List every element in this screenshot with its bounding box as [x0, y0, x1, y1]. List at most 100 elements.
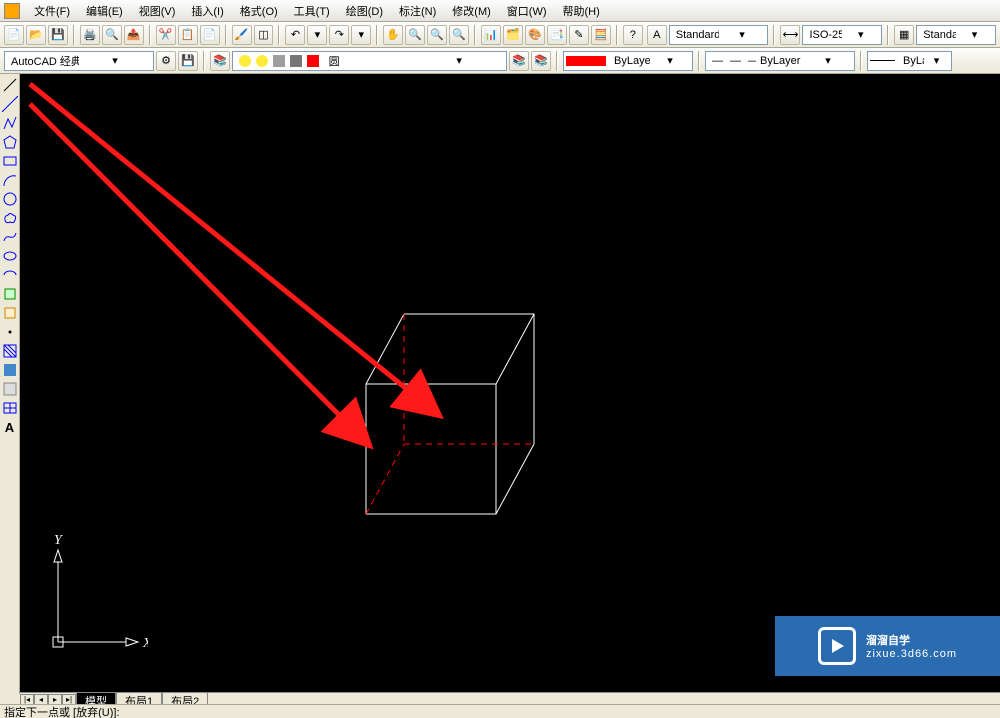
copy-icon[interactable]: 📋	[178, 25, 198, 45]
block-editor-icon[interactable]: ◫	[254, 25, 274, 45]
lineweight-value: ByLayer	[899, 55, 924, 67]
color-value: ByLayer	[610, 55, 650, 67]
chevron-down-icon: ▾	[79, 54, 151, 67]
revcloud-tool-icon[interactable]	[1, 209, 19, 227]
table-style-value: Standard	[919, 29, 956, 41]
properties-icon[interactable]: 📊	[481, 25, 501, 45]
zoom-rt-icon[interactable]: 🔍	[405, 25, 425, 45]
linetype-value: ByLayer	[756, 55, 804, 67]
watermark-title: 溜溜自学	[866, 632, 957, 648]
sun-icon	[256, 55, 268, 67]
color-dropdown[interactable]: ByLayer▾	[563, 51, 693, 71]
rectangle-tool-icon[interactable]	[1, 152, 19, 170]
zoom-prev-icon[interactable]: 🔍	[449, 25, 469, 45]
dim-style-value: ISO-25	[805, 29, 842, 41]
menu-dimension[interactable]: 标注(N)	[391, 1, 444, 21]
mtext-tool-icon[interactable]: A	[1, 418, 19, 436]
text-style-dropdown[interactable]: Standard▾	[669, 25, 769, 45]
region-tool-icon[interactable]	[1, 380, 19, 398]
point-tool-icon[interactable]	[1, 323, 19, 341]
menu-file[interactable]: 文件(F)	[26, 1, 78, 21]
undo-dd-icon[interactable]: ▾	[307, 25, 327, 45]
table-style-dropdown[interactable]: Standard▾	[916, 25, 996, 45]
dim-style-dropdown[interactable]: ISO-25▾	[802, 25, 882, 45]
gradient-tool-icon[interactable]	[1, 361, 19, 379]
workspace-settings-icon[interactable]: ⚙	[156, 51, 176, 71]
plot-icon	[290, 55, 302, 67]
layer-states-icon[interactable]: 📚	[531, 51, 551, 71]
layer-manager-icon[interactable]: 📚	[210, 51, 230, 71]
sheetset-icon[interactable]: 📑	[547, 25, 567, 45]
command-prompt: 指定下一点或 [放弃(U)]:	[4, 704, 120, 718]
redo-icon[interactable]: ↷	[329, 25, 349, 45]
publish-icon[interactable]: 📤	[124, 25, 144, 45]
bulb-icon	[239, 55, 251, 67]
polygon-tool-icon[interactable]	[1, 133, 19, 151]
chevron-down-icon: ▾	[804, 54, 852, 67]
ellipse-arc-tool-icon[interactable]	[1, 266, 19, 284]
draw-toolbar: A	[0, 74, 20, 694]
menu-insert[interactable]: 插入(I)	[183, 1, 231, 21]
workspace-dropdown[interactable]: AutoCAD 经典▾	[4, 51, 154, 71]
chevron-down-icon: ▾	[414, 54, 504, 67]
watermark-sub: zixue.3d66.com	[866, 648, 957, 660]
menu-edit[interactable]: 编辑(E)	[78, 1, 131, 21]
play-icon	[818, 627, 856, 665]
open-icon[interactable]: 📂	[26, 25, 46, 45]
workspace-save-icon[interactable]: 💾	[178, 51, 198, 71]
workspace-value: AutoCAD 经典	[7, 53, 79, 69]
layer-prev-icon[interactable]: 📚	[509, 51, 529, 71]
menu-view[interactable]: 视图(V)	[131, 1, 184, 21]
dimstyle-icon[interactable]: ⟷	[780, 25, 800, 45]
textstyle-icon[interactable]: A	[647, 25, 667, 45]
command-line[interactable]: 指定下一点或 [放弃(U)]:	[0, 704, 1000, 718]
paste-icon[interactable]: 📄	[200, 25, 220, 45]
cut-icon[interactable]: ✂️	[156, 25, 176, 45]
save-icon[interactable]: 💾	[48, 25, 68, 45]
menu-draw[interactable]: 绘图(D)	[338, 1, 391, 21]
layer-dropdown[interactable]: 圆▾	[232, 51, 507, 71]
linetype-dropdown[interactable]: — — — ByLayer▾	[705, 51, 855, 71]
match-icon[interactable]: 🖌️	[232, 25, 252, 45]
table-tool-icon[interactable]	[1, 399, 19, 417]
menu-modify[interactable]: 修改(M)	[444, 1, 499, 21]
plot-icon[interactable]: 🖨️	[80, 25, 100, 45]
xline-tool-icon[interactable]	[1, 95, 19, 113]
svg-text:Y: Y	[54, 533, 64, 548]
svg-text:X: X	[142, 636, 148, 651]
markup-icon[interactable]: ✎	[569, 25, 589, 45]
ucs-icon: X Y	[38, 532, 148, 662]
menu-window[interactable]: 窗口(W)	[499, 1, 555, 21]
polyline-tool-icon[interactable]	[1, 114, 19, 132]
spline-tool-icon[interactable]	[1, 228, 19, 246]
help-icon[interactable]: ?	[623, 25, 643, 45]
lineweight-dropdown[interactable]: ByLayer▾	[867, 51, 952, 71]
insert-block-tool-icon[interactable]	[1, 285, 19, 303]
circle-tool-icon[interactable]	[1, 190, 19, 208]
calc-icon[interactable]: 🧮	[591, 25, 611, 45]
ellipse-tool-icon[interactable]	[1, 247, 19, 265]
designcenter-icon[interactable]: 🗂️	[503, 25, 523, 45]
pan-icon[interactable]: ✋	[383, 25, 403, 45]
menu-tools[interactable]: 工具(T)	[286, 1, 338, 21]
standard-toolbar: 📄 📂 💾 🖨️ 🔍 📤 ✂️ 📋 📄 🖌️ ◫ ↶ ▾ ↷ ▾ ✋ 🔍 🔍 🔍…	[0, 22, 1000, 48]
make-block-tool-icon[interactable]	[1, 304, 19, 322]
drawing-canvas[interactable]: X Y 溜溜自学 zixue.3d66.com	[20, 74, 1000, 694]
properties-toolbar: AutoCAD 经典▾ ⚙ 💾 📚 圆▾ 📚 📚 ByLayer▾ — — — …	[0, 48, 1000, 74]
arc-tool-icon[interactable]	[1, 171, 19, 189]
menu-format[interactable]: 格式(O)	[232, 1, 286, 21]
layer-value: 圆	[325, 53, 415, 69]
tablestyle-icon[interactable]: ▦	[894, 25, 914, 45]
new-icon[interactable]: 📄	[4, 25, 24, 45]
chevron-down-icon: ▾	[842, 28, 879, 41]
toolpalette-icon[interactable]: 🎨	[525, 25, 545, 45]
menu-help[interactable]: 帮助(H)	[555, 1, 608, 21]
hatch-tool-icon[interactable]	[1, 342, 19, 360]
undo-icon[interactable]: ↶	[285, 25, 305, 45]
text-style-value: Standard	[672, 29, 719, 41]
zoom-win-icon[interactable]: 🔍	[427, 25, 447, 45]
redo-dd-icon[interactable]: ▾	[351, 25, 371, 45]
line-tool-icon[interactable]	[1, 76, 19, 94]
watermark: 溜溜自学 zixue.3d66.com	[775, 616, 1000, 676]
preview-icon[interactable]: 🔍	[102, 25, 122, 45]
